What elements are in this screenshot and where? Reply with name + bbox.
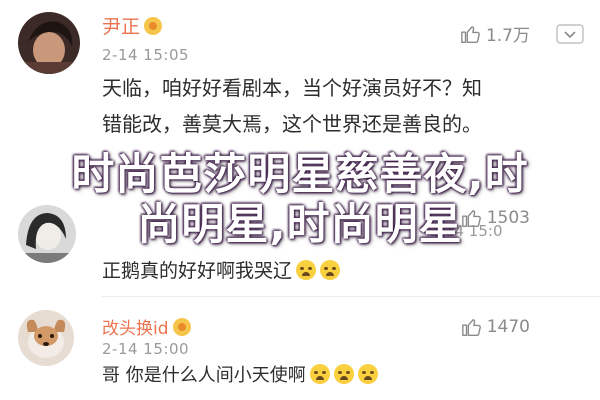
comment-text: 哥 你是什么人间小天使啊: [102, 362, 572, 390]
overlay-caption-line: 时尚芭莎明星慈善夜,时: [71, 150, 529, 200]
comment-item: 尹正 2-14 15:05 1.7万 天临，咱好好看剧本，当个好演员好不？知 错…: [0, 0, 600, 150]
username[interactable]: 尹正: [102, 12, 163, 39]
timestamp: 2-14 15:05: [102, 46, 190, 64]
overlay-caption-line: 尚明星,时尚明星: [137, 200, 463, 250]
username-text[interactable]: 改头换id: [102, 319, 169, 339]
crying-emoji-icon: [320, 260, 341, 280]
thumbs-up-icon: [461, 25, 480, 43]
comment-text-content: 正鹅真的好好啊我哭辽: [102, 260, 293, 282]
crying-emoji-icon: [357, 364, 378, 384]
comment-text: 正鹅真的好好啊我哭辽: [102, 257, 572, 285]
comment-text: 天临，咱好好看剧本，当个好演员好不？知 错能改，善莫大焉，这个世界还是善良的。: [102, 70, 572, 142]
timestamp: 2-14 15:00: [102, 340, 190, 358]
like-button[interactable]: 1470: [461, 316, 530, 338]
like-count: 1.7万: [485, 26, 530, 46]
comment-text-content: 哥 你是什么人间小天使啊: [102, 365, 306, 386]
thumbs-up-icon: [461, 319, 481, 336]
crying-emoji-icon: [309, 364, 330, 384]
crying-emoji-icon: [296, 260, 317, 280]
divider: [102, 296, 600, 297]
comment-text-line: 天临，咱好好看剧本，当个好演员好不？知: [102, 76, 482, 100]
crying-emoji-icon: [333, 364, 354, 384]
avatar[interactable]: [18, 310, 74, 366]
comment-item: 改头换id 2-14 15:00 1470 哥 你是什么人间小天使啊: [0, 300, 600, 400]
vip-badge-icon: [144, 17, 163, 35]
chevron-down-icon[interactable]: [556, 24, 584, 44]
like-button[interactable]: 1.7万: [460, 21, 530, 46]
avatar[interactable]: [18, 12, 80, 74]
overlay-caption: 时尚芭莎明星慈善夜,时 尚明星,时尚明星: [0, 150, 600, 250]
vip-badge-icon: [172, 318, 191, 336]
like-count: 1470: [486, 317, 530, 337]
username[interactable]: 改头换id: [102, 314, 191, 339]
username-text[interactable]: 尹正: [102, 16, 140, 38]
comment-text-line: 错能改，善莫大焉，这个世界还是善良的。: [102, 112, 482, 136]
